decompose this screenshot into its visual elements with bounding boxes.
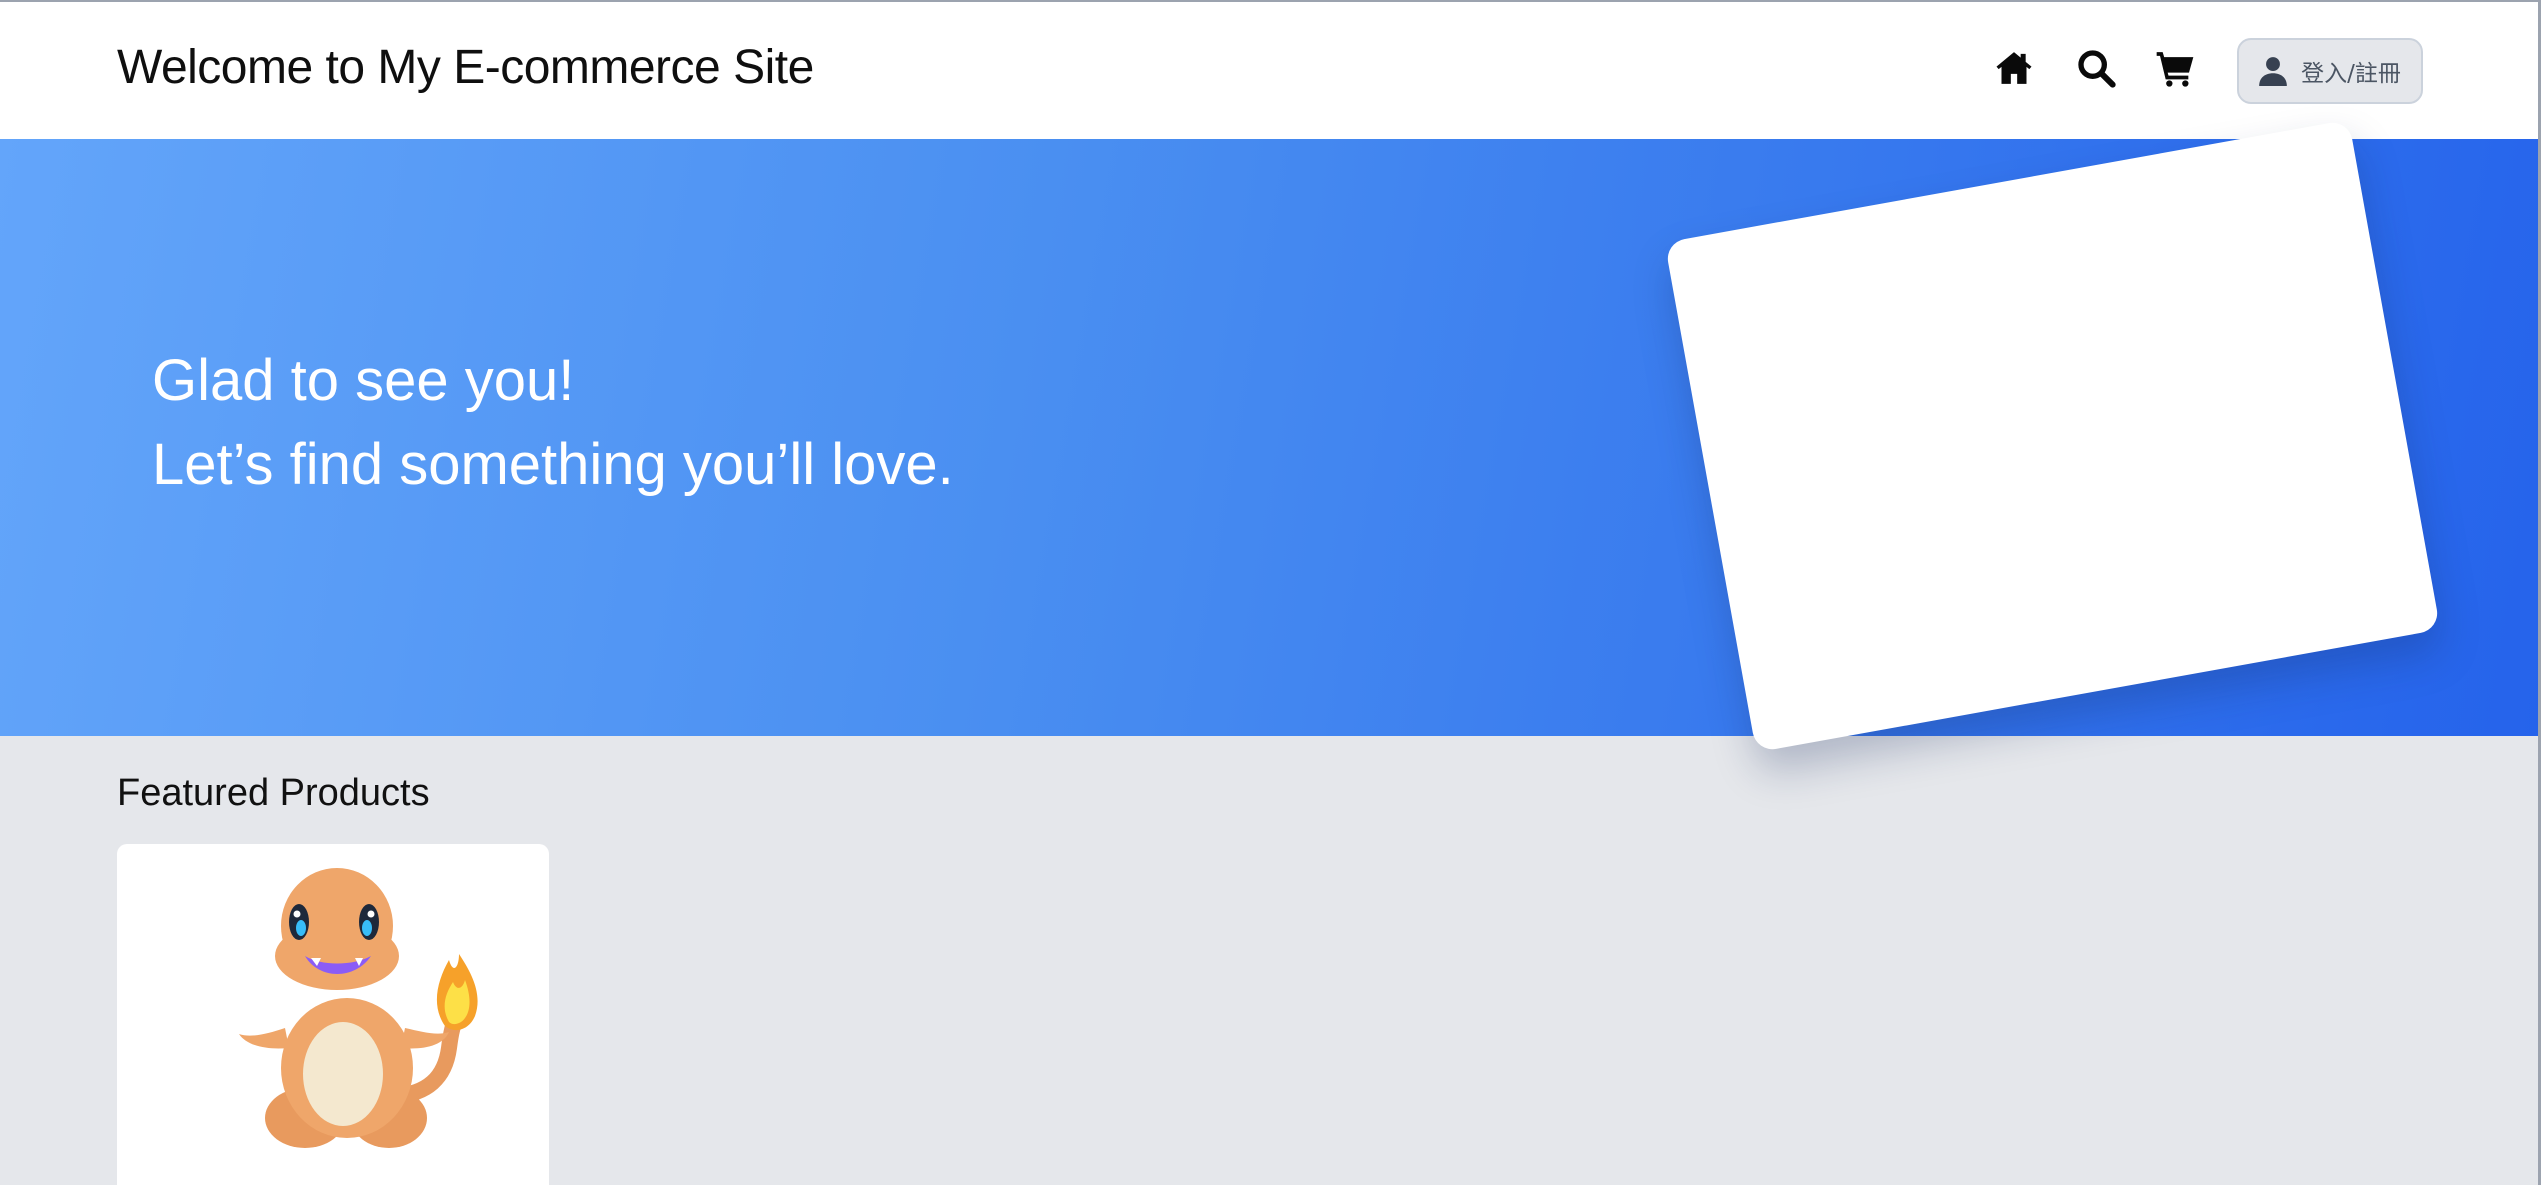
login-register-button[interactable]: 登入/註冊 [2237,38,2423,104]
cart-icon[interactable] [2155,48,2195,88]
hero-tagline: Let’s find something you’ll love. [152,432,954,497]
site-header: Welcome to My E-commerce Site 登入/註冊 [0,0,2541,139]
home-icon[interactable] [1994,48,2034,88]
charmander-image [187,856,487,1156]
featured-products-section: Featured Products [0,736,2541,1185]
hero-greeting: Glad to see you! [152,348,575,413]
site-title: Welcome to My E-commerce Site [117,41,814,94]
product-card[interactable] [117,844,549,1185]
hero-message: Glad to see you! Let’s find something yo… [152,339,954,507]
featured-products-title: Featured Products [117,772,430,814]
search-icon[interactable] [2076,48,2116,88]
user-icon [2259,56,2287,86]
login-register-label: 登入/註冊 [2301,61,2401,87]
page: Welcome to My E-commerce Site 登入/註冊 Glad… [0,0,2541,1185]
